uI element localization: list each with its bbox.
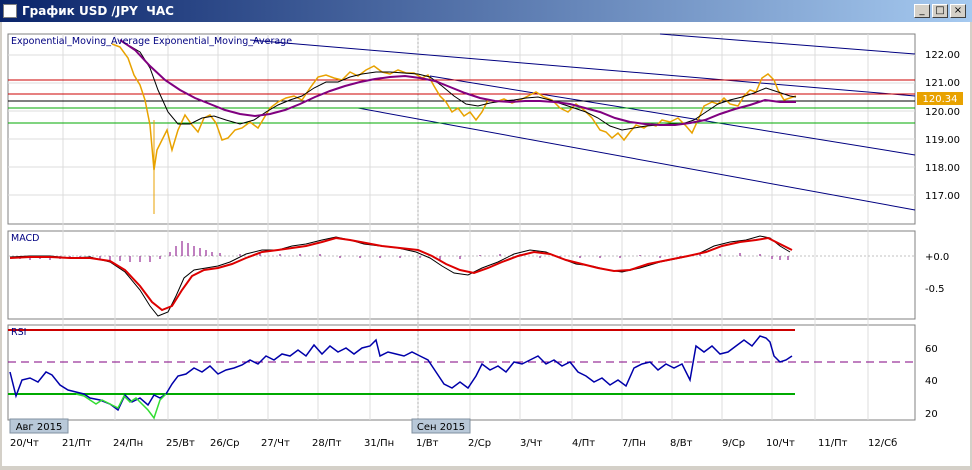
x-axis-label: 9/Ср bbox=[722, 438, 745, 449]
x-axis-label: 7/Пн bbox=[622, 438, 646, 449]
x-axis-label: 11/Пт bbox=[818, 438, 848, 449]
x-axis-label: 2/Ср bbox=[468, 438, 491, 449]
price-tick: 117.00 bbox=[925, 191, 960, 202]
price-tick: 118.00 bbox=[925, 163, 960, 174]
month-flag-label: Авг 2015 bbox=[16, 422, 63, 433]
rsi-tick: 20 bbox=[925, 409, 938, 420]
window-title: График USD /JPY ЧАС bbox=[22, 4, 174, 18]
x-axis-label: 3/Чт bbox=[520, 438, 543, 449]
title-bar: График USD /JPY ЧАС _ □ × bbox=[0, 0, 972, 22]
x-axis-label: 31/Пн bbox=[364, 438, 394, 449]
x-axis-label: 12/Сб bbox=[868, 438, 897, 449]
x-axis-label: 25/Вт bbox=[166, 438, 195, 449]
x-axis-label: 20/Чт bbox=[10, 438, 39, 449]
rsi-panel-label: RSI bbox=[11, 327, 26, 338]
macd-panel-label: MACD bbox=[11, 233, 39, 244]
x-axis-label: 4/Пт bbox=[572, 438, 595, 449]
x-axis-label: 28/Пт bbox=[312, 438, 342, 449]
macd-tick: -0.5 bbox=[925, 284, 945, 295]
minimize-button[interactable]: _ bbox=[914, 4, 930, 18]
macd-tick: +0.0 bbox=[925, 252, 949, 263]
close-button[interactable]: × bbox=[950, 4, 966, 18]
rsi-tick: 40 bbox=[925, 376, 938, 387]
price-tick: 120.00 bbox=[925, 107, 960, 118]
rsi-tick: 60 bbox=[925, 344, 938, 355]
price-tick: 122.00 bbox=[925, 50, 960, 61]
x-axis-label: 24/Пн bbox=[113, 438, 143, 449]
month-flag-label: Сен 2015 bbox=[417, 422, 465, 433]
maximize-button[interactable]: □ bbox=[932, 4, 948, 18]
price-panel-label: Exponential_Moving_Average Exponential_M… bbox=[11, 36, 292, 47]
x-axis-label: 10/Чт bbox=[766, 438, 795, 449]
x-axis-label: 1/Вт bbox=[416, 438, 439, 449]
chart-app-icon bbox=[3, 4, 17, 18]
price-tick: 121.00 bbox=[925, 78, 960, 89]
chart-area[interactable]: 120.34 122.00 121.00 120.00 119.00 118.0… bbox=[2, 22, 970, 466]
x-axis-label: 21/Пт bbox=[62, 438, 92, 449]
price-tick: 119.00 bbox=[925, 135, 960, 146]
x-axis-label: 8/Вт bbox=[670, 438, 693, 449]
x-axis-label: 27/Чт bbox=[261, 438, 290, 449]
current-price: 120.34 bbox=[923, 94, 958, 105]
x-axis-label: 26/Ср bbox=[210, 438, 239, 449]
